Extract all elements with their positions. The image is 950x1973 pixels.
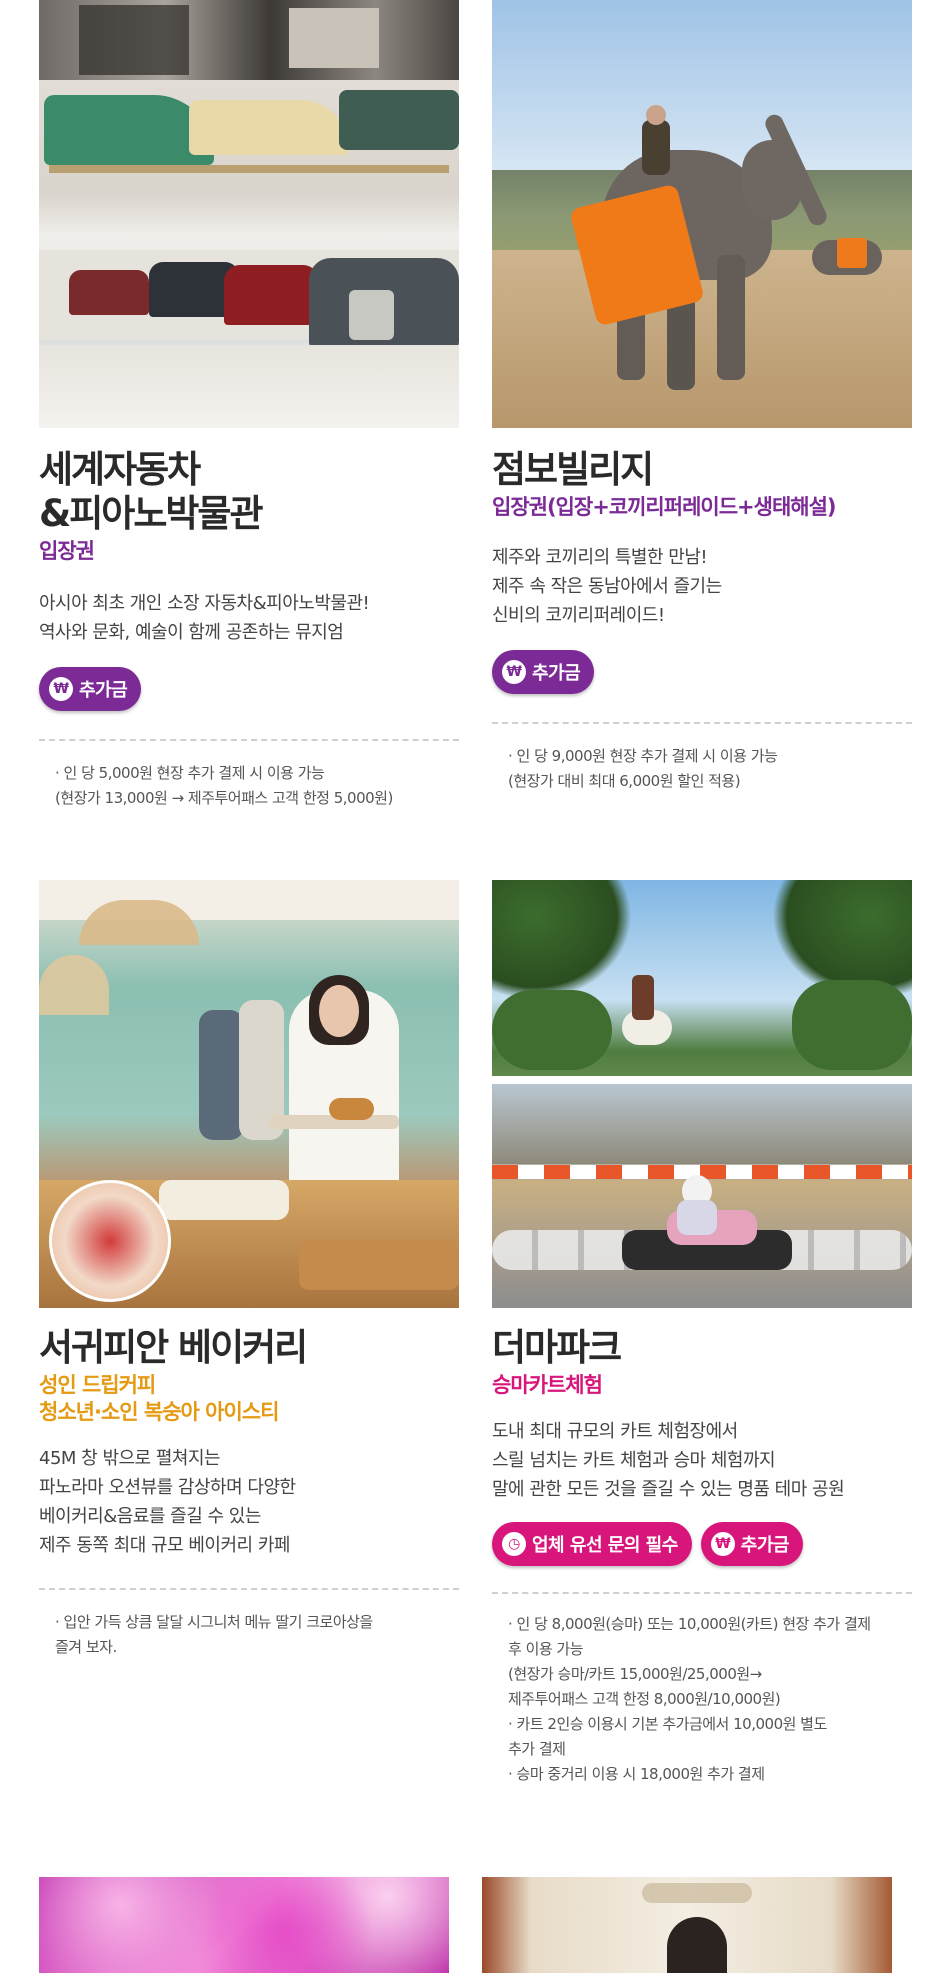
card-notes: · 인 당 5,000원 현장 추가 결제 시 이용 가능 (현장가 13,00…	[39, 761, 459, 811]
note-item: · 인 당 5,000원 현장 추가 결제 시 이용 가능 (현장가 13,00…	[55, 764, 393, 807]
note-item: · 카트 2인승 이용시 기본 추가금에서 10,000원 별도 추가 결제	[508, 1715, 827, 1758]
note-item: · 인 당 9,000원 현장 추가 결제 시 이용 가능 (현장가 대비 최대…	[508, 747, 778, 790]
card-description: 제주와 코끼리의 특별한 만남! 제주 속 작은 동남아에서 즐기는 신비의 코…	[492, 547, 722, 626]
card-description: 아시아 최초 개인 소장 자동차&피아노박물관! 역사와 문화, 예술이 함께 …	[39, 593, 370, 643]
clock-icon: ◷	[502, 1532, 526, 1556]
card-description: 도내 최대 규모의 카트 체험장에서 스릴 넘치는 카트 체험과 승마 체험까지…	[492, 1421, 845, 1500]
next-card-photo-left	[39, 1877, 449, 1973]
card-buttons: ₩ 추가금	[492, 650, 912, 694]
museum-photo	[39, 0, 459, 428]
extra-fee-label: 추가금	[740, 1535, 790, 1556]
card-car-piano-museum: 세계자동차 &피아노박물관 입장권 아시아 최초 개인 소장 자동차&피아노박물…	[39, 0, 459, 811]
card-buttons: ◷ 업체 유선 문의 필수 ₩ 추가금	[492, 1522, 912, 1566]
won-coin-icon: ₩	[710, 1532, 735, 1556]
card-seogwipian-bakery: 서귀피안 베이커리 성인 드립커피 청소년·소인 복숭아 아이스티 45M 창 …	[39, 880, 459, 1660]
card-the-ma-park: 더마파크 승마카트체험 도내 최대 규모의 카트 체험장에서 스릴 넘치는 카트…	[492, 880, 912, 1787]
card-title: 더마파크	[492, 1326, 622, 1369]
bakery-photo	[39, 880, 459, 1308]
next-card-photo-right	[482, 1877, 892, 1973]
won-coin-icon: ₩	[49, 677, 73, 701]
card-title: 점보빌리지	[492, 448, 654, 491]
divider	[492, 1592, 912, 1594]
divider	[39, 1588, 459, 1590]
divider	[492, 722, 912, 724]
phone-inquiry-button[interactable]: ◷ 업체 유선 문의 필수	[492, 1522, 692, 1566]
card-subtitle: 승마카트체험	[492, 1373, 603, 1397]
kart-photo	[492, 880, 912, 1308]
card-subtitle: 성인 드립커피 청소년·소인 복숭아 아이스티	[39, 1373, 279, 1424]
extra-fee-button[interactable]: ₩ 추가금	[700, 1522, 803, 1566]
note-item: · 입안 가득 상큼 달달 시그니처 메뉴 딸기 크로아상을 즐겨 보자.	[55, 1613, 373, 1656]
note-item: · 인 당 8,000원(승마) 또는 10,000원(카트) 현장 추가 결제…	[508, 1615, 871, 1708]
won-coin-icon: ₩	[502, 660, 526, 684]
card-title: 서귀피안 베이커리	[39, 1326, 308, 1369]
card-notes: · 인 당 9,000원 현장 추가 결제 시 이용 가능 (현장가 대비 최대…	[492, 744, 912, 794]
card-notes: · 인 당 8,000원(승마) 또는 10,000원(카트) 현장 추가 결제…	[492, 1612, 912, 1787]
card-notes: · 입안 가득 상큼 달달 시그니처 메뉴 딸기 크로아상을 즐겨 보자.	[39, 1610, 459, 1660]
extra-fee-label: 추가금	[79, 680, 128, 701]
card-title: 세계자동차 &피아노박물관	[39, 448, 264, 535]
divider	[39, 739, 459, 741]
elephant-photo	[492, 0, 912, 428]
card-subtitle: 입장권(입장+코끼리퍼레이드+생태해설)	[492, 495, 837, 519]
card-subtitle: 입장권	[39, 539, 95, 563]
note-item: · 승마 중거리 이용 시 18,000원 추가 결제	[508, 1765, 765, 1783]
phone-inquiry-label: 업체 유선 문의 필수	[532, 1535, 678, 1556]
card-buttons: ₩ 추가금	[39, 667, 459, 711]
extra-fee-button[interactable]: ₩ 추가금	[492, 650, 595, 694]
extra-fee-button[interactable]: ₩ 추가금	[39, 667, 142, 711]
extra-fee-label: 추가금	[532, 663, 581, 684]
card-jumbo-village: 점보빌리지 입장권(입장+코끼리퍼레이드+생태해설) 제주와 코끼리의 특별한 …	[492, 0, 912, 794]
card-description: 45M 창 밖으로 펼쳐지는 파노라마 오션뷰를 감상하며 다양한 베이커리&음…	[39, 1448, 296, 1556]
